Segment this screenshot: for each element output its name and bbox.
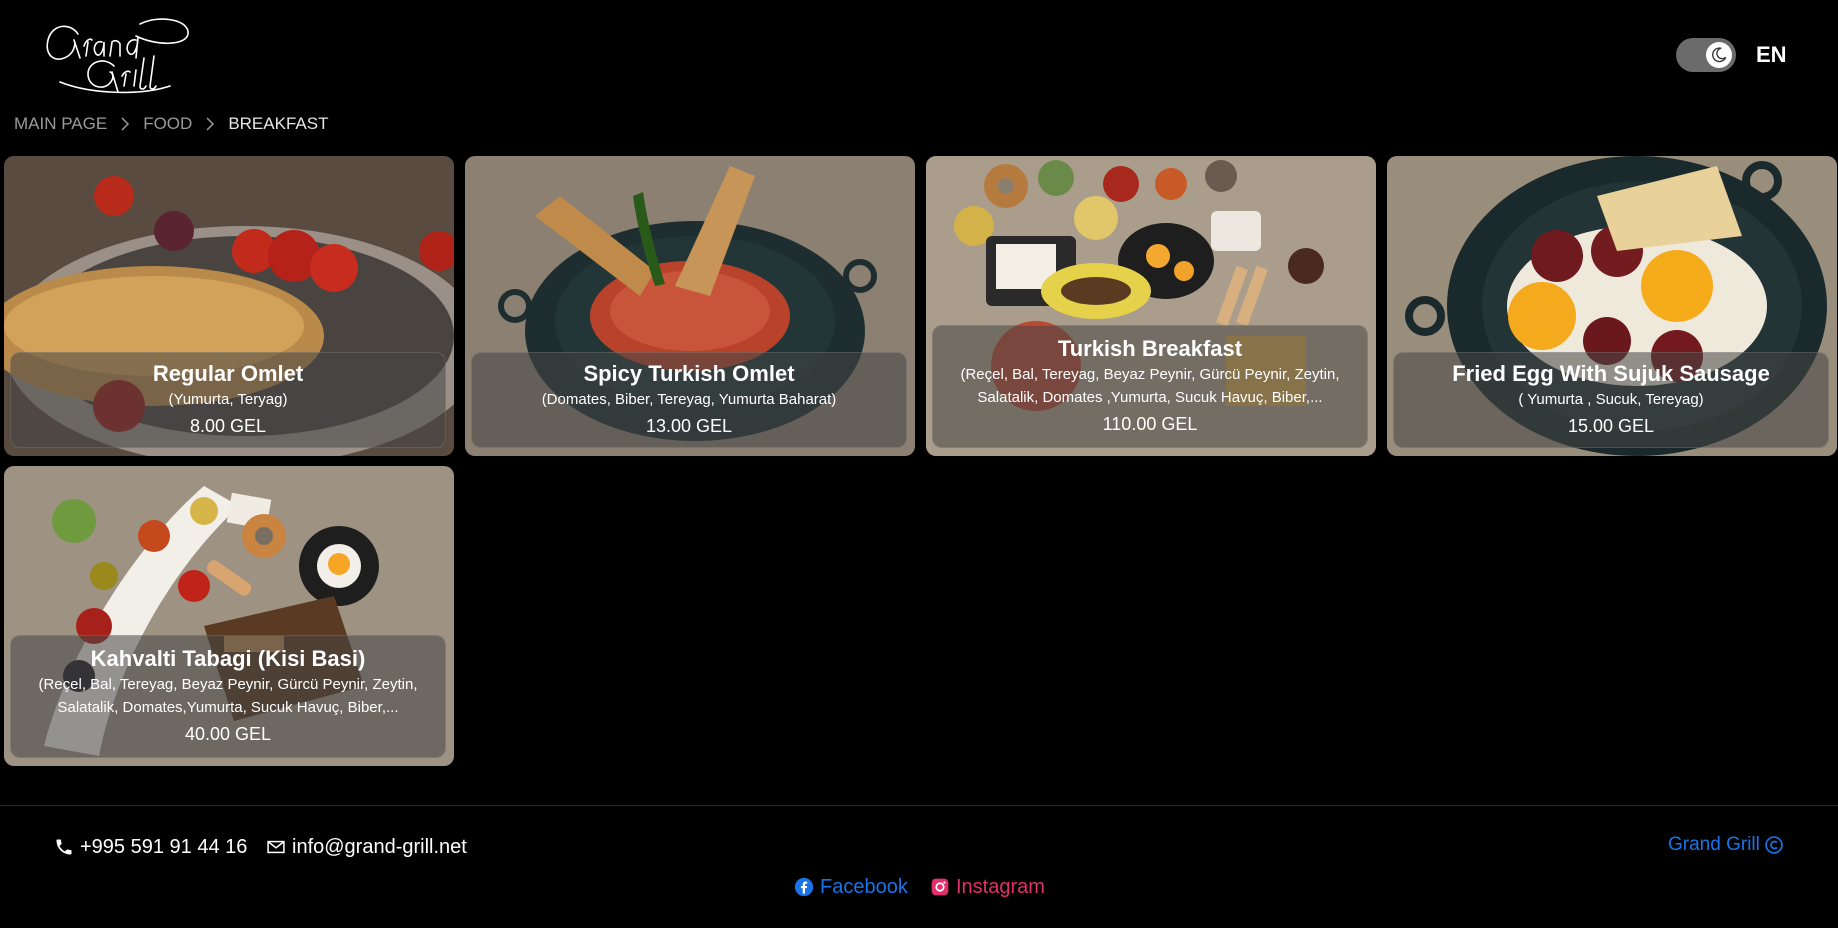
page: EN MAIN PAGE FOOD BREAKFAST Regular Omle… [0, 0, 1838, 928]
card-title: Fried Egg With Sujuk Sausage [1452, 361, 1770, 386]
breadcrumb-main-page[interactable]: MAIN PAGE [14, 114, 107, 134]
logo-script [46, 18, 189, 94]
card-description: (Yumurta, Teryag) [168, 391, 288, 408]
brand-name: Grand Grill [1668, 834, 1760, 855]
card-description-line-2: Salatalik, Domates ,Yumurta, Sucuk Havuç… [977, 389, 1323, 406]
facebook-link[interactable]: Facebook [794, 874, 908, 900]
moon-icon [1712, 47, 1727, 63]
card-description-line-2: Salatalik, Domates,Yumurta, Sucuk Havuç,… [57, 699, 399, 716]
phone-number: +995 591 91 44 16 [80, 835, 248, 858]
card-title: Turkish Breakfast [1057, 336, 1243, 361]
card-title: Spicy Turkish Omlet [583, 361, 795, 386]
instagram-icon [931, 878, 949, 896]
menu-card-turkish-breakfast[interactable]: Turkish Breakfast (Reçel, Bal, Tereyag, … [926, 156, 1376, 456]
breadcrumb-breakfast: BREAKFAST [228, 114, 329, 133]
instagram-label: Instagram [956, 875, 1045, 898]
menu-card-kahvalti-tabagi[interactable]: Kahvalti Tabagi (Kisi Basi) (Reçel, Bal,… [4, 466, 454, 766]
theme-knob [1706, 42, 1732, 68]
breadcrumb-food[interactable]: FOOD [143, 114, 192, 134]
card-info-panel: Spicy Turkish Omlet (Domates, Biber, Ter… [471, 352, 907, 448]
envelope-icon [267, 840, 285, 854]
card-info-panel: Turkish Breakfast (Reçel, Bal, Tereyag, … [932, 325, 1368, 448]
phone-link[interactable]: +995 591 91 44 16 [54, 834, 247, 860]
card-info-panel: Kahvalti Tabagi (Kisi Basi) (Reçel, Bal,… [10, 635, 446, 758]
email-link[interactable]: info@grand-grill.net [266, 834, 467, 860]
card-price: 15.00 GEL [1567, 416, 1655, 436]
logo[interactable] [40, 12, 190, 98]
phone-icon [56, 839, 72, 855]
theme-toggle[interactable] [1676, 38, 1736, 72]
menu-card-regular-omlet[interactable]: Regular Omlet (Yumurta, Teryag) 8.00 GEL [4, 156, 454, 456]
card-info-panel: Fried Egg With Sujuk Sausage ( Yumurta ,… [1393, 352, 1829, 448]
language-selector[interactable]: EN [1756, 42, 1787, 68]
card-description-line-1: (Reçel, Bal, Tereyag, Beyaz Peynir, Gürc… [38, 676, 418, 693]
card-info-panel: Regular Omlet (Yumurta, Teryag) 8.00 GEL [10, 352, 446, 448]
facebook-icon [794, 877, 814, 897]
chevron-right-icon [120, 117, 130, 131]
card-price: 13.00 GEL [645, 416, 733, 436]
instagram-link[interactable]: Instagram [930, 874, 1045, 900]
email-address: info@grand-grill.net [292, 835, 467, 858]
chevron-right-icon [205, 117, 215, 131]
copyright-icon [1765, 836, 1783, 854]
card-price: 8.00 GEL [189, 416, 267, 436]
breadcrumb: MAIN PAGE FOOD BREAKFAST [14, 114, 328, 134]
copyright-brand: Grand Grill [1668, 834, 1784, 856]
header: EN [0, 0, 1838, 100]
card-description: (Domates, Biber, Tereyag, Yumurta Bahara… [541, 391, 837, 408]
card-description-line-1: (Reçel, Bal, Tereyag, Beyaz Peynir, Gürc… [960, 366, 1340, 383]
card-title: Regular Omlet [152, 361, 304, 386]
menu-card-spicy-turkish-omlet[interactable]: Spicy Turkish Omlet (Domates, Biber, Ter… [465, 156, 915, 456]
card-price: 40.00 GEL [184, 724, 272, 744]
footer-divider [0, 805, 1838, 806]
card-price: 110.00 GEL [1102, 414, 1198, 434]
card-title: Kahvalti Tabagi (Kisi Basi) [90, 646, 366, 671]
menu-card-fried-egg-sujuk[interactable]: Fried Egg With Sujuk Sausage ( Yumurta ,… [1387, 156, 1837, 456]
card-description: ( Yumurta , Sucuk, Tereyag) [1518, 391, 1704, 408]
facebook-label: Facebook [820, 875, 908, 898]
